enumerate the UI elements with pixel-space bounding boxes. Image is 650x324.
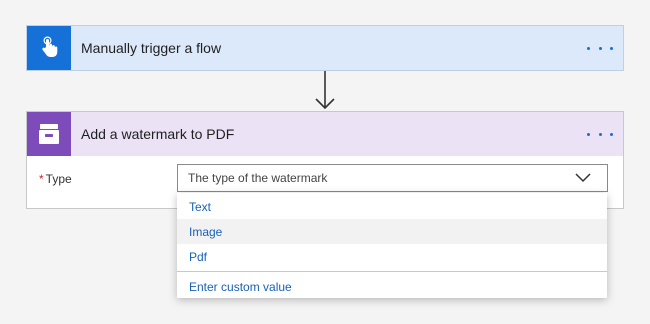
type-dropdown-menu: Text Image Pdf Enter custom value xyxy=(177,193,607,298)
type-label-text: Type xyxy=(45,172,72,186)
chevron-down-icon xyxy=(575,173,591,183)
dropdown-divider xyxy=(177,271,607,272)
trigger-card-title: Manually trigger a flow xyxy=(81,40,222,56)
dot-icon xyxy=(610,132,613,136)
dropdown-option-text[interactable]: Text xyxy=(177,194,607,219)
required-marker: * xyxy=(39,172,44,186)
dropdown-option-image[interactable]: Image xyxy=(177,219,607,244)
dot-icon xyxy=(610,46,613,50)
type-field-label: * Type xyxy=(39,172,72,186)
file-cabinet-icon xyxy=(27,112,71,156)
action-card-title: Add a watermark to PDF xyxy=(81,126,235,142)
type-select-placeholder: The type of the watermark xyxy=(188,171,328,185)
type-select[interactable]: The type of the watermark xyxy=(177,164,608,192)
dropdown-option-pdf[interactable]: Pdf xyxy=(177,244,607,269)
dot-icon xyxy=(587,46,590,50)
action-card-header[interactable]: Add a watermark to PDF xyxy=(27,112,623,156)
trigger-more-options-button[interactable] xyxy=(587,38,613,58)
enter-custom-value-option[interactable]: Enter custom value xyxy=(177,274,607,299)
dot-icon xyxy=(598,132,602,136)
trigger-card[interactable]: Manually trigger a flow xyxy=(26,25,624,71)
dot-icon xyxy=(598,46,602,50)
trigger-card-header[interactable]: Manually trigger a flow xyxy=(27,26,623,70)
touch-hand-icon xyxy=(27,26,71,70)
connector-arrow-icon xyxy=(315,71,335,110)
flow-canvas: Manually trigger a flow Add a watermark … xyxy=(0,0,650,324)
action-more-options-button[interactable] xyxy=(587,124,613,144)
dot-icon xyxy=(587,132,590,136)
